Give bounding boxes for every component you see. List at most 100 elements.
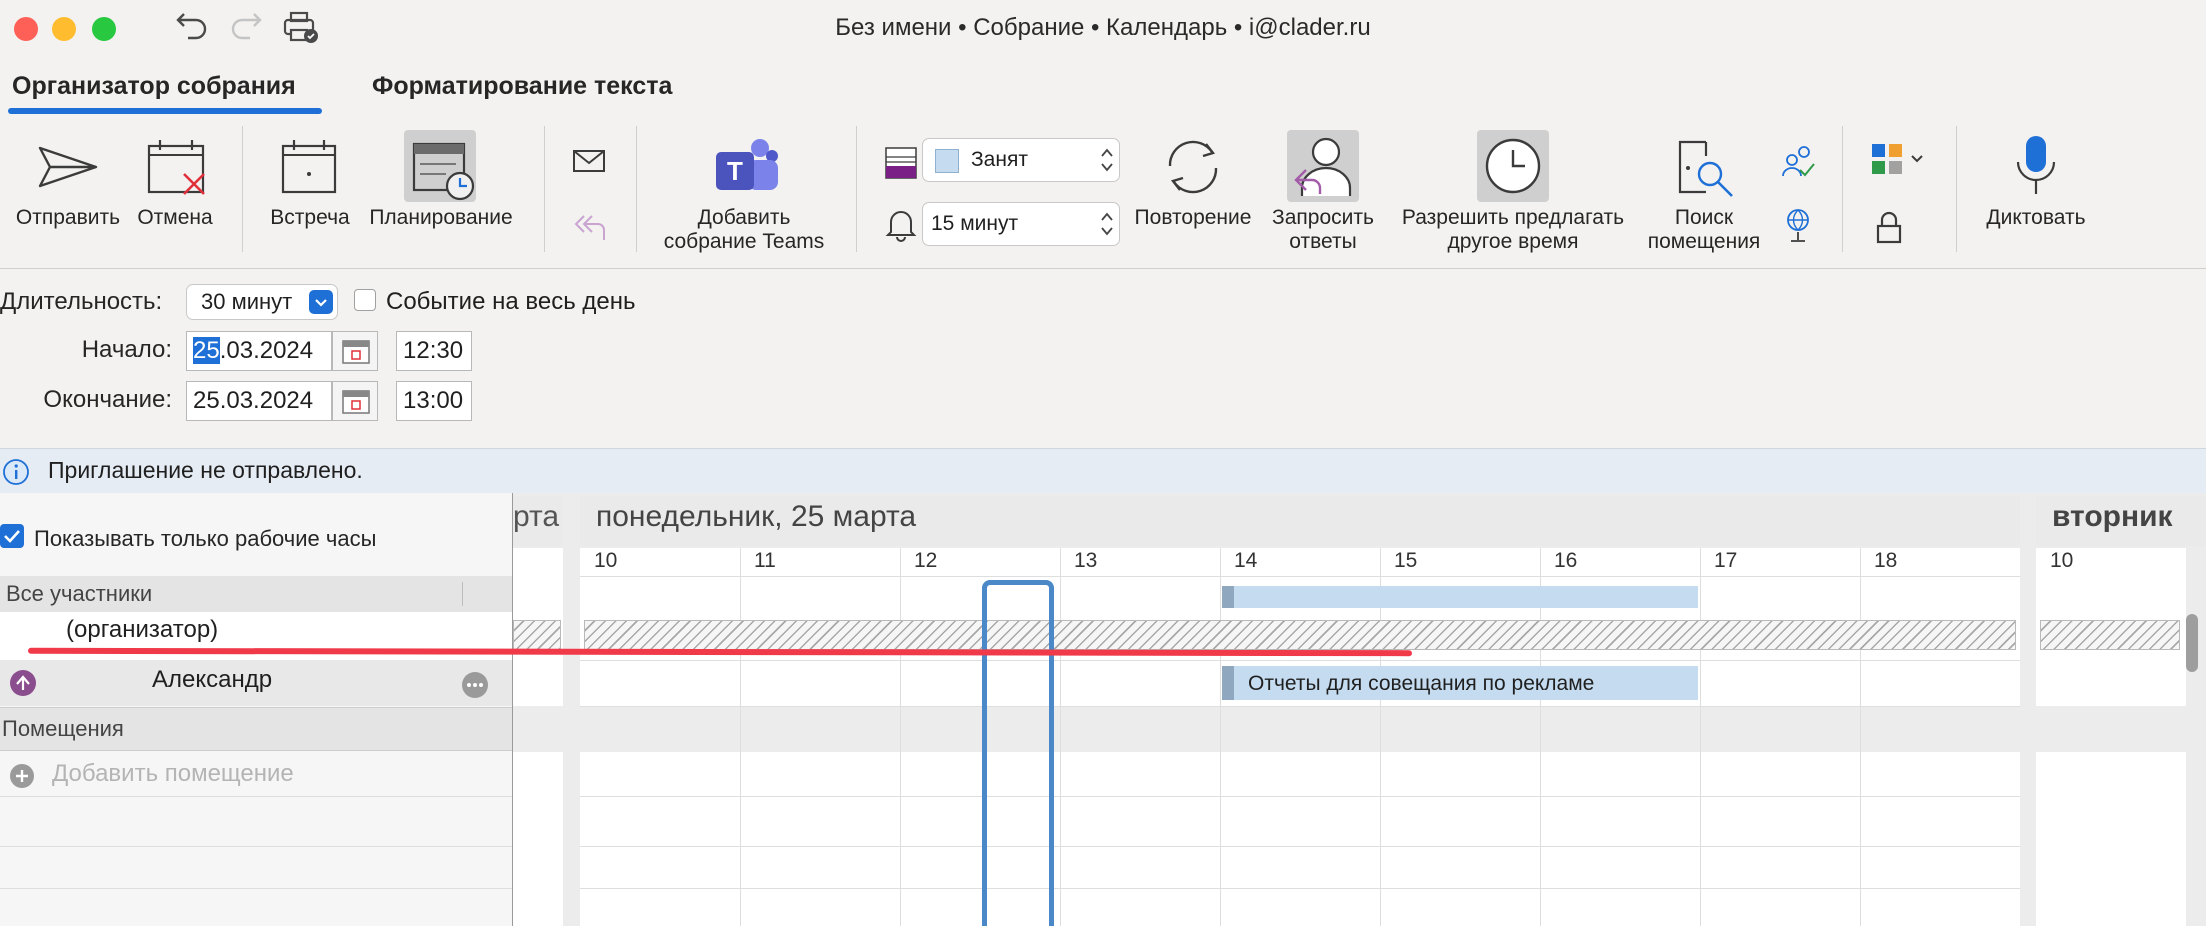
start-date-rest: .03.2024 — [219, 337, 314, 364]
day-header: понедельник, 25 марта — [580, 496, 2020, 546]
microphone-icon — [2016, 136, 2056, 194]
all-attendees-label: Все участники — [6, 581, 153, 606]
info-icon — [3, 459, 29, 485]
calendar-picker-icon — [342, 390, 370, 414]
add-teams-label: Добавить собрание Teams — [663, 206, 825, 253]
tab-format-text[interactable]: Форматирование текста — [372, 72, 672, 101]
show-as-select[interactable]: Занят — [922, 138, 1120, 182]
categorize-icon — [1872, 144, 1923, 174]
bell-icon — [885, 211, 917, 242]
rooms-label: Помещения — [2, 716, 124, 741]
hour-label: 17 — [1714, 549, 1738, 572]
add-circle-icon — [10, 764, 34, 788]
ribbon-separator — [242, 126, 243, 252]
calendar-clock-icon — [412, 142, 475, 201]
recurrence-button[interactable]: Повторение — [1126, 126, 1260, 266]
categorize-button[interactable] — [1866, 136, 1936, 186]
meeting-time-selection[interactable] — [982, 580, 1054, 926]
all-attendees-busy-block[interactable] — [1222, 586, 1698, 608]
ribbon: Отправить Отмена Встреча Планирование T … — [0, 126, 2206, 268]
work-hours-label: Показывать только рабочие часы — [34, 526, 377, 551]
end-time-field[interactable]: 13:00 — [396, 381, 472, 421]
required-attendee-icon[interactable] — [8, 668, 38, 698]
recurrence-icon — [1168, 140, 1218, 194]
scheduling-view-button[interactable]: Планирование — [364, 126, 518, 266]
day-room-column — [580, 752, 2020, 926]
check-names-icon[interactable] — [1780, 144, 1816, 178]
meeting-label: Встреча — [270, 206, 350, 229]
hour-gridline — [1700, 548, 1701, 926]
ribbon-separator — [856, 126, 857, 252]
add-teams-meeting-button[interactable]: T Добавить собрание Teams — [652, 126, 836, 266]
hour-label: 10 — [594, 549, 618, 572]
vertical-scrollbar-thumb[interactable] — [2186, 614, 2198, 672]
hour-label: 16 — [1554, 549, 1578, 572]
more-options-icon[interactable] — [460, 670, 490, 700]
row-divider — [580, 846, 2020, 847]
show-as-value: Занят — [971, 148, 1028, 171]
ribbon-bottom-border — [0, 268, 2206, 269]
cancel-label: Отмена — [137, 206, 213, 229]
calendar-cancel-icon — [147, 140, 205, 195]
info-bar: Приглашение не отправлено. — [0, 448, 2206, 494]
hour-label: 13 — [1074, 549, 1098, 572]
hour-gridline — [1860, 548, 1861, 926]
room-search-icon — [1678, 140, 1733, 197]
send-button[interactable]: Отправить — [6, 126, 124, 266]
reminder-select[interactable]: 15 минут — [922, 202, 1120, 246]
room-finder-button[interactable]: Поиск помещения — [1640, 126, 1768, 266]
send-label: Отправить — [15, 206, 121, 229]
show-as-color-icon — [885, 147, 917, 179]
allow-new-time-label: Разрешить предлагать другое время — [1401, 206, 1625, 253]
row-divider — [0, 846, 512, 847]
attendee-row[interactable]: Александр — [0, 660, 512, 706]
dictate-button[interactable]: Диктовать — [1966, 126, 2106, 266]
row-divider — [580, 706, 2020, 707]
hour-label: 15 — [1394, 549, 1418, 572]
all-attendees-header: Все участники — [0, 576, 512, 612]
duration-select[interactable]: 30 минут — [186, 284, 338, 320]
reply-all-icon[interactable] — [572, 210, 608, 244]
tab-meeting-organizer[interactable]: Организатор собрания — [12, 72, 296, 101]
private-lock-icon[interactable] — [1874, 210, 1904, 246]
ribbon-separator — [636, 126, 637, 252]
hour-label: 12 — [914, 549, 938, 572]
cancel-meeting-button[interactable]: Отмена — [132, 126, 218, 266]
allow-new-time-proposals-button[interactable]: Разрешить предлагать другое время — [1390, 126, 1636, 266]
calendar-picker-icon — [342, 340, 370, 364]
work-hours-checkbox[interactable] — [0, 524, 24, 548]
busy-block-edge — [1222, 666, 1234, 700]
column-divider — [462, 582, 463, 606]
hour-label: 18 — [1874, 549, 1898, 572]
email-attendees-icon[interactable] — [572, 148, 608, 176]
end-date-picker-button[interactable] — [332, 381, 378, 421]
start-time-field[interactable]: 12:30 — [396, 331, 472, 371]
out-of-office-block — [2040, 620, 2180, 650]
row-divider — [580, 796, 2020, 797]
all-day-checkbox[interactable] — [354, 289, 376, 311]
next-day-room-column — [2036, 752, 2186, 926]
hour-gridline — [900, 548, 901, 926]
time-zones-icon[interactable] — [1782, 206, 1816, 244]
all-day-label: Событие на весь день — [386, 288, 636, 315]
info-message: Приглашение не отправлено. — [48, 457, 363, 483]
next-day-header: вторник — [2036, 496, 2206, 546]
start-date-field[interactable]: 25.03.2024 — [186, 331, 332, 371]
start-day-selection: 25 — [193, 337, 220, 364]
paper-plane-icon — [38, 146, 98, 188]
busy-swatch — [935, 149, 959, 173]
meeting-view-button[interactable]: Встреча — [262, 126, 358, 266]
day-label: понедельник, 25 марта — [596, 500, 917, 533]
row-divider — [0, 888, 512, 889]
prev-day-room-column — [513, 752, 563, 926]
attendee-name: Александр — [152, 666, 273, 693]
request-responses-button[interactable]: Запросить ответы — [1264, 126, 1382, 266]
out-of-office-block — [513, 620, 561, 650]
stepper-arrows-icon — [1101, 148, 1113, 172]
start-date-picker-button[interactable] — [332, 331, 378, 371]
hour-gridline — [740, 548, 741, 926]
attendee-busy-block[interactable]: Отчеты для совещания по рекламе — [1222, 666, 1698, 700]
next-day-label: вторник — [2052, 500, 2173, 533]
add-room-row[interactable]: Добавить помещение — [0, 752, 512, 796]
end-date-field[interactable]: 25.03.2024 — [186, 381, 332, 421]
